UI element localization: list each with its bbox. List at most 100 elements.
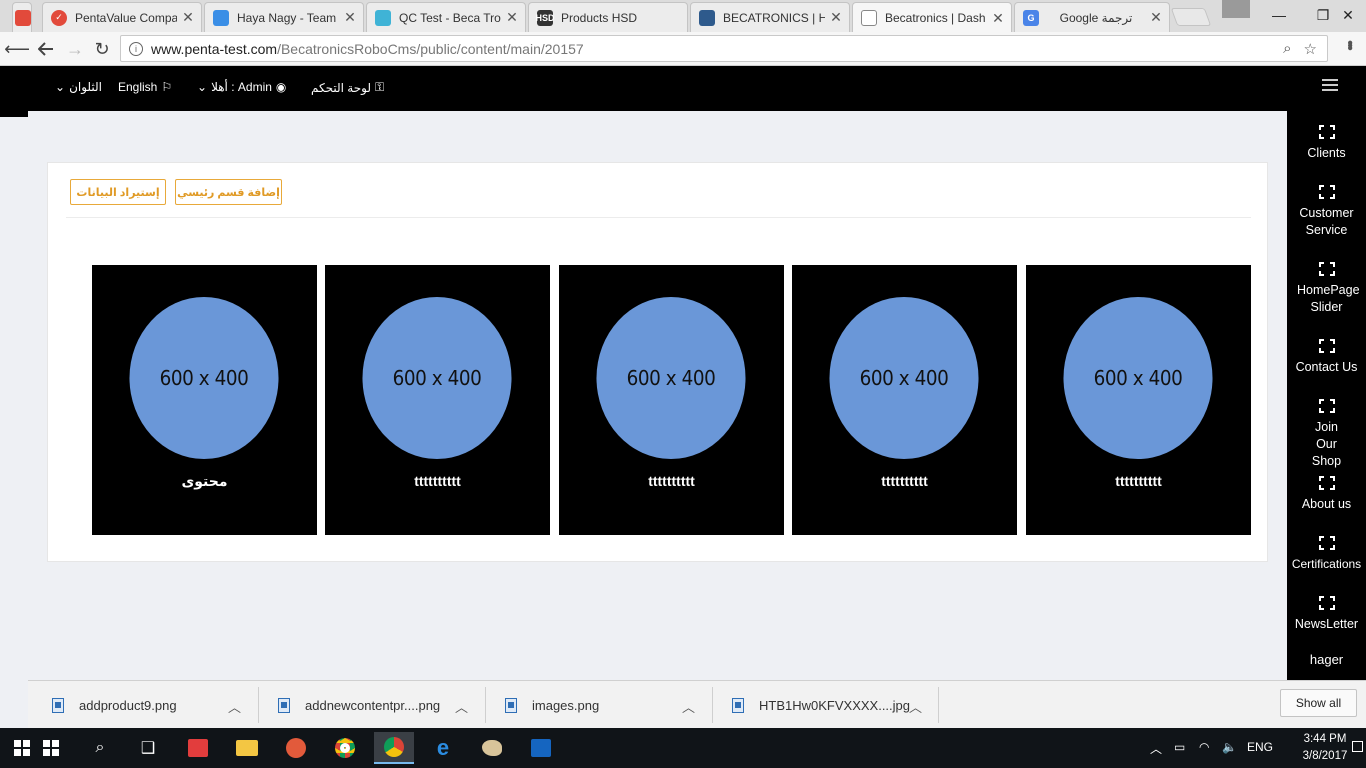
close-tab-icon[interactable]: ✕ [505,9,519,26]
content-card[interactable]: 600 x 400 محتوى [92,265,317,535]
sidebar-item-clients[interactable]: Clients [1287,125,1366,162]
divider [485,687,486,723]
chrome-icon[interactable] [325,732,365,764]
download-filename: addnewcontentpr....png [305,697,441,713]
edge-browser-icon[interactable]: e [423,732,463,764]
content-card[interactable]: 600 x 400 tttttttttt [1026,265,1251,535]
card-label: tttttttttt [881,473,928,489]
download-item[interactable]: HTB1Hw0KFVXXXX....jpg ︿ [732,681,932,729]
back-arrow-icon[interactable]: ⟵ [4,36,30,62]
outlook-icon[interactable] [521,732,561,764]
browser-tab-2[interactable]: QC Test - Beca Tro ✕ [366,2,526,32]
browser-tab-partial[interactable] [12,2,32,32]
close-window-icon[interactable]: ✕ [1325,0,1366,30]
clock[interactable]: 3:44 PM 3/8/2017 [1300,731,1350,765]
task-view-icon[interactable]: ❑ [128,732,168,764]
dashboard-link[interactable]: لوحة التحكم ⚿ [311,80,384,95]
close-tab-icon[interactable]: ✕ [829,9,843,26]
file-explorer-icon[interactable] [227,732,267,764]
card-label: tttttttttt [414,473,461,489]
tab-title: Becatronics | Dash [885,11,986,25]
close-tab-icon[interactable]: ✕ [1149,9,1163,26]
gift-app-icon[interactable] [178,732,218,764]
language-label: English [118,80,158,94]
nav-corner [0,111,28,117]
sidebar-item-certifications[interactable]: Certifications [1287,536,1366,573]
paint-palette-icon[interactable] [472,732,512,764]
chevron-up-icon[interactable]: ︿ [228,697,241,716]
wifi-icon[interactable]: ◠ [1199,740,1209,754]
content-card[interactable]: 600 x 400 tttttttttt [792,265,1017,535]
sidebar-item-join-our-shop[interactable]: Join Our Shop [1287,399,1366,470]
search-icon[interactable]: ⌕ [80,732,120,764]
flag-icon: ⚐ [161,80,173,94]
checkmark-favicon-icon: ✓ [51,9,67,26]
image-file-icon [278,697,290,713]
reload-icon[interactable]: ↻ [89,36,115,62]
sidebar-username[interactable]: hager [1287,652,1366,667]
sidebar-item-about-us[interactable]: About us [1287,476,1366,513]
content-card[interactable]: 600 x 400 tttttttttt [559,265,784,535]
content-panel: إستيراد البيانات إضافة قسم رئيسي 600 x 4… [47,162,1268,562]
user-menu[interactable]: ⌄ أهلا : Admin ◉ [197,80,286,94]
hamburger-menu-icon[interactable] [1322,79,1338,94]
minimize-icon[interactable]: — [1256,0,1302,30]
task-checklist-icon[interactable] [276,732,316,764]
browser-tab-active[interactable]: Becatronics | Dash ✕ [852,2,1012,33]
sidebar-item-label: About us [1301,497,1352,511]
themes-dropdown[interactable]: ⌄ الثلوان [55,80,102,94]
user-greeting: أهلا : Admin [211,80,272,94]
clock-time: 3:44 PM [1303,733,1347,745]
chevron-up-icon[interactable]: ︿ [455,697,468,716]
browser-tab-6[interactable]: G Google ترجمة ✕ [1014,2,1170,32]
sidebar-item-homepage-slider[interactable]: HomePage Slider [1287,262,1366,316]
show-all-downloads-button[interactable]: Show all [1280,689,1357,717]
download-item[interactable]: addnewcontentpr....png ︿ [278,681,478,729]
chevron-up-icon[interactable]: ︿ [1150,740,1162,757]
close-tab-icon[interactable]: ✕ [991,10,1005,27]
add-main-section-button[interactable]: إضافة قسم رئيسي [175,179,282,205]
expand-icon [1318,476,1335,490]
bookmark-star-icon[interactable]: ☆ [1304,40,1317,58]
close-tab-icon[interactable]: ✕ [343,9,357,26]
new-tab-button[interactable] [1170,8,1212,26]
browser-tab-1[interactable]: Haya Nagy - Team ✕ [204,2,364,32]
themes-label: الثلوان [69,80,102,94]
import-data-button[interactable]: إستيراد البيانات [70,179,166,205]
profile-avatar[interactable] [1222,0,1250,18]
divider [938,687,939,723]
chrome-active-icon[interactable] [374,732,414,764]
address-bar[interactable]: i www.penta-test.com/BecatronicsRoboCms/… [120,35,1328,62]
volume-icon[interactable]: 🔈 [1222,740,1237,754]
browser-tab-0[interactable]: ✓ PentaValue Compa ✕ [42,2,202,32]
expand-icon [1318,125,1335,139]
windows-logo-icon[interactable] [31,732,71,764]
browser-tab-3[interactable]: HSD Products HSD [528,2,688,32]
right-sidebar: Clients Customer Service HomePage Slider… [1287,111,1366,680]
download-item[interactable]: addproduct9.png ︿ [52,681,252,729]
download-item[interactable]: images.png ︿ [505,681,705,729]
sidebar-item-label: NewsLetter [1294,617,1359,631]
sidebar-item-customer-service[interactable]: Customer Service [1287,185,1366,239]
sidebar-item-newsletter[interactable]: NewsLetter [1287,596,1366,633]
download-filename: HTB1Hw0KFVXXXX....jpg [759,697,910,713]
close-tab-icon[interactable]: ✕ [181,9,195,26]
expand-icon [1318,339,1335,353]
chevron-up-icon[interactable]: ︿ [909,697,922,716]
notifications-icon[interactable] [1352,741,1363,752]
forward-arrow-icon[interactable]: → [62,36,88,62]
sidebar-item-contact-us[interactable]: Contact Us [1287,339,1366,376]
language-indicator[interactable]: ENG [1247,740,1273,754]
panel-divider [66,217,1251,218]
zoom-search-icon[interactable]: ⌕ [1283,40,1291,58]
sidebar-item-label: HomePage Slider [1297,283,1360,314]
battery-icon[interactable]: ▭ [1174,740,1185,754]
browser-tab-4[interactable]: BECATRONICS | Ho ✕ [690,2,850,32]
browser-toolbar: ⟵ → ↻ i www.penta-test.com/BecatronicsRo… [0,32,1366,66]
content-card[interactable]: 600 x 400 tttttttttt [325,265,550,535]
back-button[interactable] [33,36,59,62]
image-file-icon [505,697,517,713]
browser-menu-icon[interactable]: ••• [1340,40,1358,48]
language-switch[interactable]: English ⚐ [118,80,172,94]
chevron-up-icon[interactable]: ︿ [682,697,695,716]
